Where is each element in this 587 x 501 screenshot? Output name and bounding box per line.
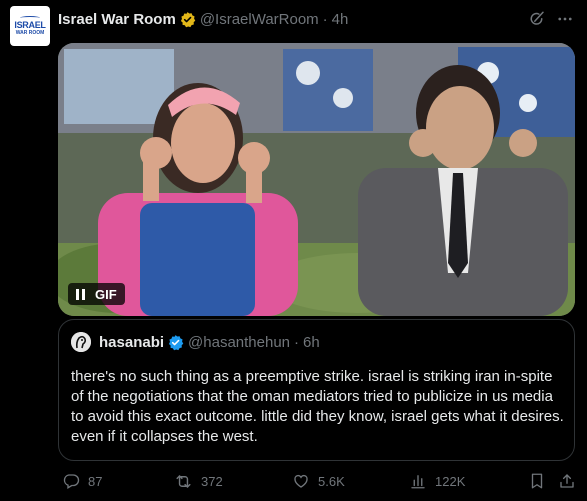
views-icon — [411, 475, 425, 489]
like-button[interactable]: 5.6K — [292, 470, 345, 492]
more-icon[interactable] — [554, 8, 576, 30]
avatar-logo-line1: ISRAEL — [14, 20, 46, 30]
grok-icon[interactable] — [526, 8, 548, 30]
tweet-header: Israel War Room @IsraelWarRoom · 4h — [58, 9, 348, 29]
verified-blue-icon[interactable] — [167, 334, 184, 351]
bookmark-button[interactable] — [528, 470, 554, 492]
repost-count: 372 — [201, 473, 223, 489]
separator-dot: · — [322, 10, 328, 28]
quote-author-handle[interactable]: @hasanthehun — [188, 334, 290, 351]
pause-icon[interactable] — [76, 288, 85, 300]
quoted-tweet[interactable]: hasanabi @hasanthehun · 6h there's no su… — [58, 319, 575, 461]
reply-button[interactable]: 87 — [62, 470, 102, 492]
gif-frame-image — [58, 43, 575, 316]
tweet[interactable]: ISRAEL WAR ROOM Israel War Room @IsraelW… — [0, 0, 587, 501]
verified-gold-icon[interactable] — [179, 11, 196, 28]
repost-button[interactable]: 372 — [174, 470, 223, 492]
avatar-logo-line2: WAR ROOM — [15, 30, 45, 36]
views-count: 122K — [435, 473, 466, 489]
reply-icon — [63, 474, 80, 489]
share-button[interactable] — [558, 470, 584, 492]
quote-author-avatar[interactable] — [71, 332, 91, 352]
author-avatar[interactable]: ISRAEL WAR ROOM — [10, 6, 50, 46]
like-icon — [294, 474, 308, 488]
gif-label: GIF — [95, 286, 117, 302]
action-bar: 87 372 5.6K 122K — [58, 470, 578, 492]
share-icon — [560, 474, 574, 488]
like-count: 5.6K — [318, 473, 345, 489]
author-name[interactable]: Israel War Room — [58, 11, 176, 28]
author-handle[interactable]: @IsraelWarRoom — [200, 11, 319, 28]
quote-separator-dot: · — [294, 334, 300, 351]
views-button[interactable]: 122K — [409, 470, 465, 492]
bookmark-icon — [531, 473, 543, 489]
gif-badge[interactable]: GIF — [68, 283, 125, 305]
quote-author-name[interactable]: hasanabi — [99, 334, 164, 351]
repost-icon — [176, 474, 191, 488]
post-time[interactable]: 4h — [332, 11, 349, 28]
quote-text: there's no such thing as a preemptive st… — [71, 368, 564, 445]
quote-time[interactable]: 6h — [303, 334, 320, 351]
gif-media[interactable]: GIF — [58, 43, 575, 316]
reply-count: 87 — [88, 473, 103, 489]
quote-header: hasanabi @hasanthehun · 6h — [99, 334, 320, 351]
